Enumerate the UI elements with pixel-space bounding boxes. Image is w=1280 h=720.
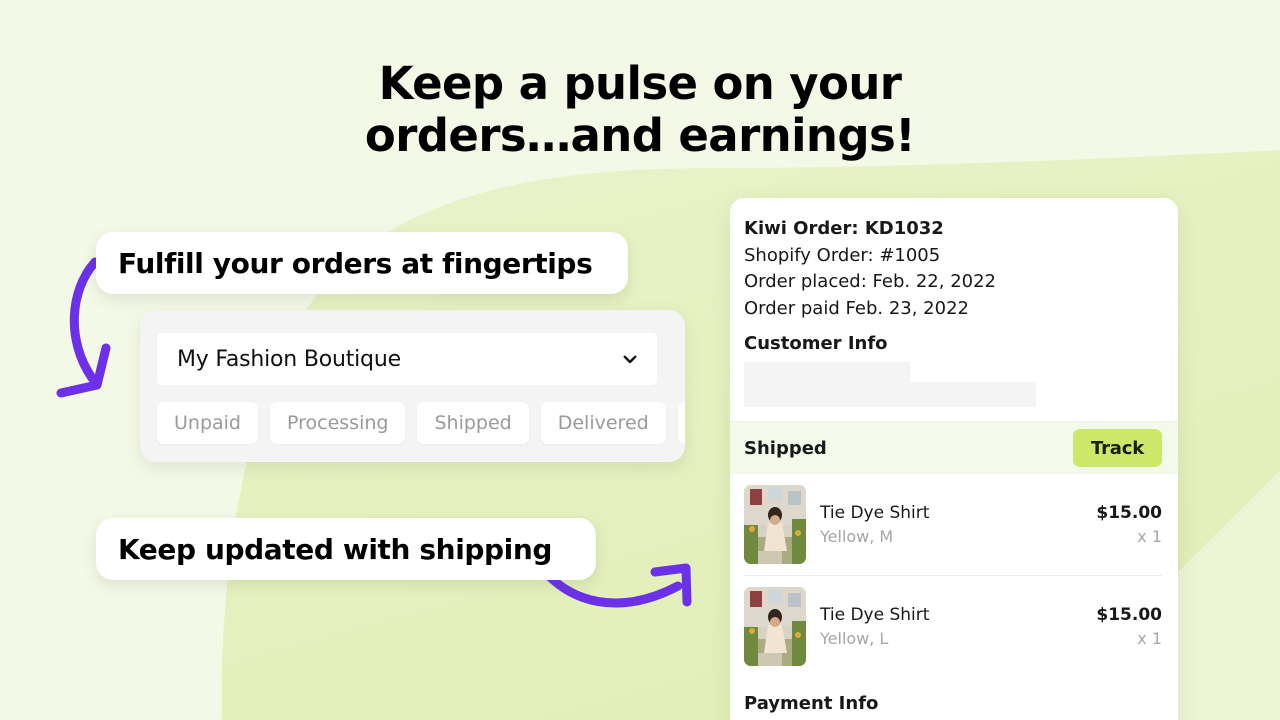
status-tab-label: Unpaid <box>174 412 241 434</box>
callout-shipping: Keep updated with shipping <box>96 518 596 580</box>
payment-info-title: Payment Info <box>744 693 879 714</box>
headline-line-1: Keep a pulse on your <box>378 57 902 110</box>
callout-shipping-text: Keep updated with shipping <box>118 532 553 566</box>
callout-fulfill-text: Fulfill your orders at fingertips <box>118 246 593 280</box>
order-items-list: Tie Dye Shirt Yellow, M $15.00 x 1 Tie D… <box>730 474 1178 677</box>
promo-graphic: Keep a pulse on your orders…and earnings… <box>0 0 1280 720</box>
customer-info-redacted-name <box>744 362 910 382</box>
fulfillment-status-label: Shipped <box>744 437 827 459</box>
status-tab-shipped[interactable]: Shipped <box>417 402 529 444</box>
order-placed-label: Order placed: <box>744 271 867 292</box>
chevron-down-icon <box>623 355 637 364</box>
order-item-variant: Yellow, M <box>820 526 894 546</box>
page-title: Keep a pulse on your orders…and earnings… <box>0 57 1280 163</box>
order-item-variant: Yellow, L <box>820 628 889 648</box>
order-item-info: Tie Dye Shirt Yellow, M <box>820 501 1082 549</box>
kiwi-order-label: Kiwi Order: <box>744 218 859 239</box>
order-item-row[interactable]: Tie Dye Shirt Yellow, M $15.00 x 1 <box>744 474 1162 576</box>
status-tab-delivered[interactable]: Delivered <box>540 402 666 444</box>
kiwi-order-value: KD1032 <box>864 218 944 239</box>
shop-selector-value: My Fashion Boutique <box>177 346 401 372</box>
order-item-amount: $15.00 x 1 <box>1096 603 1162 651</box>
orders-list-panel: My Fashion Boutique Unpaid Processing Sh… <box>140 310 685 462</box>
order-placed-line: Order placed: Feb. 22, 2022 <box>744 269 1162 296</box>
shopify-order-value: #1005 <box>879 244 941 266</box>
product-thumbnail <box>744 587 806 666</box>
shopify-order-label: Shopify Order: <box>744 244 874 266</box>
fulfillment-status-bar: Shipped Track <box>730 421 1178 474</box>
order-detail-card: Kiwi Order: KD1032 Shopify Order: #1005 … <box>730 198 1178 720</box>
order-item-quantity: x 1 <box>1137 526 1162 546</box>
track-button[interactable]: Track <box>1073 429 1162 467</box>
order-item-price: $15.00 <box>1096 502 1162 523</box>
shop-selector[interactable]: My Fashion Boutique <box>157 333 657 385</box>
order-placed-value: Feb. 22, 2022 <box>872 271 996 292</box>
order-item-row[interactable]: Tie Dye Shirt Yellow, L $15.00 x 1 <box>744 576 1162 677</box>
shopify-order-line: Shopify Order: #1005 <box>744 243 1162 270</box>
customer-info-title: Customer Info <box>744 333 888 354</box>
status-tab-processing[interactable]: Processing <box>270 402 406 444</box>
product-thumbnail <box>744 485 806 564</box>
order-paid-line: Order paid Feb. 23, 2022 <box>744 296 1162 323</box>
order-item-quantity: x 1 <box>1137 628 1162 648</box>
status-tab-label: Delivered <box>557 412 649 434</box>
order-item-amount: $15.00 x 1 <box>1096 501 1162 549</box>
headline-line-2: orders…and earnings! <box>364 109 916 163</box>
status-tab-unpaid[interactable]: Unpaid <box>157 402 258 444</box>
order-header: Kiwi Order: KD1032 Shopify Order: #1005 … <box>730 198 1178 407</box>
order-item-price: $15.00 <box>1096 604 1162 625</box>
status-filter-tabs: Unpaid Processing Shipped Delivered Canc… <box>157 402 685 444</box>
order-paid-label: Order paid <box>744 297 840 319</box>
kiwi-order-line: Kiwi Order: KD1032 <box>744 216 1162 243</box>
status-tab-cancelled[interactable]: Cancelled <box>677 402 685 444</box>
order-item-name: Tie Dye Shirt <box>820 502 930 523</box>
order-item-name: Tie Dye Shirt <box>820 604 930 625</box>
customer-info-redacted-address <box>744 382 1036 407</box>
status-tab-label: Shipped <box>434 412 512 434</box>
callout-fulfill: Fulfill your orders at fingertips <box>96 232 628 294</box>
status-tab-label: Processing <box>287 412 389 434</box>
payment-info-section: Payment Info Item Totals $30.00 <box>730 677 1178 720</box>
order-item-info: Tie Dye Shirt Yellow, L <box>820 603 1082 651</box>
order-paid-value: Feb. 23, 2022 <box>845 297 969 319</box>
